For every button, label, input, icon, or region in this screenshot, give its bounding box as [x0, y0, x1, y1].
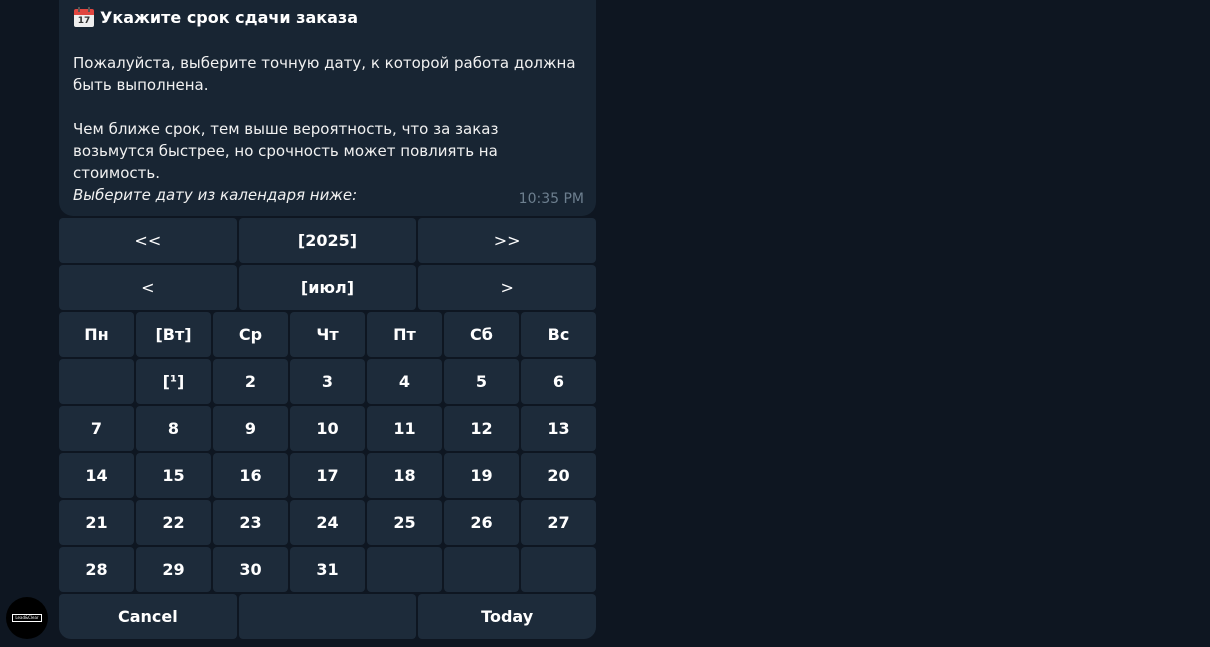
day-button[interactable]: 8 [136, 406, 211, 451]
day-button[interactable]: 2 [213, 359, 288, 404]
day-button[interactable]: 22 [136, 500, 211, 545]
day-button[interactable]: 26 [444, 500, 519, 545]
message-time: 10:35 PM [518, 191, 584, 207]
day-button[interactable]: 6 [521, 359, 596, 404]
weekday-button[interactable]: [Вт] [136, 312, 211, 357]
day-button[interactable]: 25 [367, 500, 442, 545]
year-button[interactable]: [2025] [238, 218, 417, 263]
day-button[interactable]: 17 [290, 453, 365, 498]
weekday-button[interactable]: Пн [59, 312, 134, 357]
message-paragraph-2: Чем ближе срок, тем выше вероятность, чт… [73, 120, 499, 182]
day-button[interactable]: [¹] [136, 359, 211, 404]
next-year-button[interactable]: >> [418, 218, 596, 263]
day-button[interactable]: 19 [444, 453, 519, 498]
message-bubble: 17 Укажите срок сдачи заказа Пожалуйста,… [59, 0, 596, 216]
cancel-button[interactable]: Cancel [59, 594, 237, 639]
day-button[interactable]: 23 [213, 500, 288, 545]
day-button[interactable]: 9 [213, 406, 288, 451]
day-button[interactable]: 18 [367, 453, 442, 498]
day-button[interactable]: 29 [136, 547, 211, 592]
weekday-button[interactable]: Ср [213, 312, 288, 357]
empty-day-button[interactable] [59, 359, 134, 404]
day-button[interactable]: 21 [59, 500, 134, 545]
day-button[interactable]: 13 [521, 406, 596, 451]
day-button[interactable]: 5 [444, 359, 519, 404]
prev-month-button[interactable]: < [59, 265, 237, 310]
day-button[interactable]: 20 [521, 453, 596, 498]
empty-day-button[interactable] [521, 547, 596, 592]
message-title: 17 Укажите срок сдачи заказа [73, 6, 358, 28]
weekday-button[interactable]: Пт [367, 312, 442, 357]
day-button[interactable]: 10 [290, 406, 365, 451]
day-button[interactable]: 12 [444, 406, 519, 451]
calendar-icon: 17 [73, 6, 95, 28]
day-button[interactable]: 27 [521, 500, 596, 545]
avatar-logo: Lead&Clear [12, 614, 42, 622]
chat-area: 17 Укажите срок сдачи заказа Пожалуйста,… [0, 0, 1210, 647]
day-button[interactable]: 28 [59, 547, 134, 592]
today-button[interactable]: Today [418, 594, 596, 639]
next-month-button[interactable]: > [418, 265, 596, 310]
blank-button[interactable] [238, 594, 417, 639]
message-title-text: Укажите срок сдачи заказа [100, 7, 358, 27]
weekday-button[interactable]: Сб [444, 312, 519, 357]
day-button[interactable]: 15 [136, 453, 211, 498]
day-button[interactable]: 30 [213, 547, 288, 592]
day-button[interactable]: 4 [367, 359, 442, 404]
day-button[interactable]: 3 [290, 359, 365, 404]
day-button[interactable]: 24 [290, 500, 365, 545]
day-button[interactable]: 31 [290, 547, 365, 592]
empty-day-button[interactable] [444, 547, 519, 592]
month-button[interactable]: [июл] [238, 265, 417, 310]
message-paragraph-1: Пожалуйста, выберите точную дату, к кото… [73, 54, 576, 94]
prev-year-button[interactable]: << [59, 218, 237, 263]
weekday-button[interactable]: Вс [521, 312, 596, 357]
day-button[interactable]: 14 [59, 453, 134, 498]
avatar[interactable]: Lead&Clear [6, 597, 48, 639]
weekday-button[interactable]: Чт [290, 312, 365, 357]
empty-day-button[interactable] [367, 547, 442, 592]
day-button[interactable]: 11 [367, 406, 442, 451]
day-button[interactable]: 16 [213, 453, 288, 498]
message-paragraph-3: Выберите дату из календаря ниже: [73, 186, 358, 204]
day-button[interactable]: 7 [59, 406, 134, 451]
